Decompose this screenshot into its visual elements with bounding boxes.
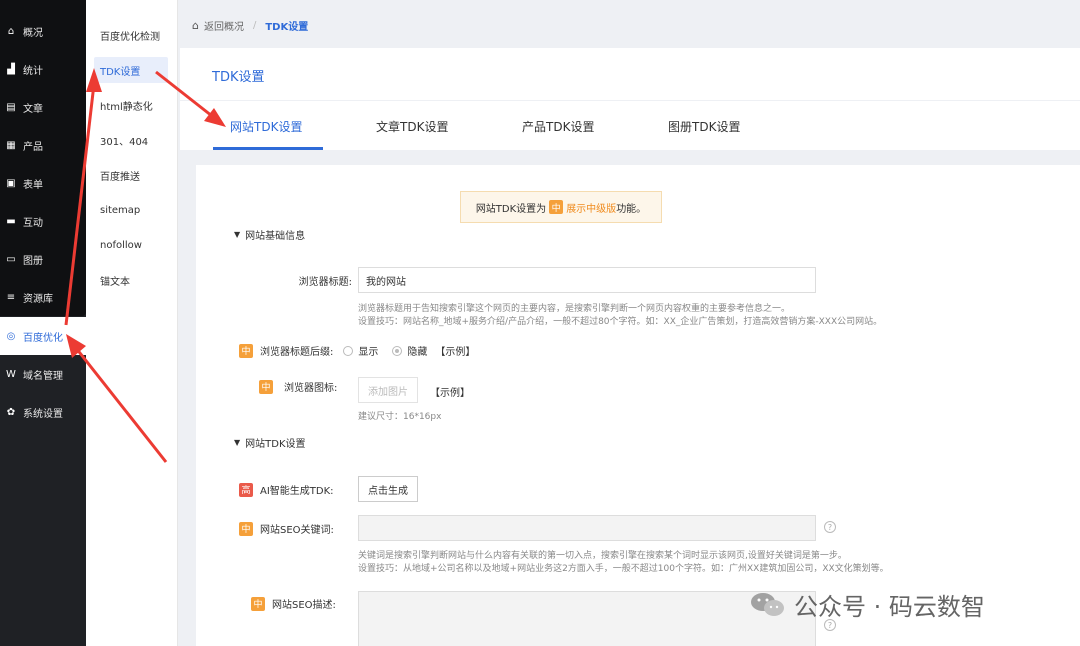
watermark-text: 公众号 · 码云数智 <box>794 593 985 621</box>
arrow-to-baidu-seo <box>74 347 168 463</box>
arrow-to-site-tdk-tab <box>155 70 213 118</box>
wechat-icon <box>751 592 784 616</box>
arrow-to-tdk-subnav <box>64 83 96 326</box>
wechat-watermark: 公众号 · 码云数智 <box>750 587 985 622</box>
annotation-arrows <box>64 68 226 463</box>
arrowhead <box>86 68 102 92</box>
arrowhead <box>66 334 86 358</box>
